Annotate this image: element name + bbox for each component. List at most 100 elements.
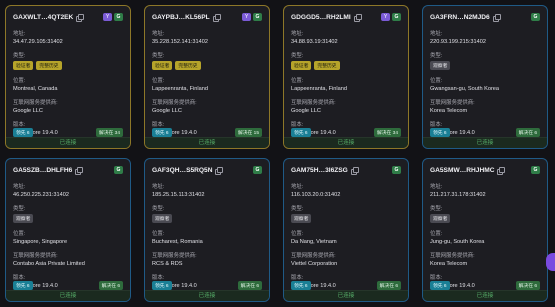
card-footer-row: 领先 6 解决在 6 — [430, 128, 540, 137]
location-label: 位置: — [13, 78, 26, 84]
badge-group: G — [531, 13, 540, 21]
card-footer-row: 领先 6 解决在 34 — [291, 128, 401, 137]
isp-value: Viettel Corporation — [291, 261, 338, 267]
card-footer-row: 领先 6 解决在 34 — [13, 128, 123, 137]
status-badge: G — [114, 13, 123, 21]
card-header: GA5SZB…DHLFH6 G — [13, 164, 123, 176]
resolve-pill: 解决在 6 — [515, 281, 540, 290]
node-card[interactable]: GAM75H…3I6ZSG G 地址: 116.103.20.0:31402 类… — [283, 158, 409, 302]
node-card[interactable]: GAF3QH…S5RQ5N G 地址: 185.25.15.113:31402 … — [144, 158, 270, 302]
node-card[interactable]: GAXWLT…4QT2EK Y G 地址: 34.47.29.105:31402… — [5, 5, 131, 149]
copy-icon[interactable] — [497, 167, 506, 175]
status-badge: G — [392, 166, 401, 174]
type-tag: 观察者 — [430, 61, 451, 70]
lead-pill: 领先 6 — [430, 281, 450, 290]
badge-group: Y G — [103, 13, 123, 21]
connection-status: 已连接 — [423, 137, 547, 148]
copy-icon[interactable] — [75, 167, 84, 175]
type-tags: 验证者 完整历史 — [152, 61, 262, 70]
node-card[interactable]: GA3FRN…N2MJD6 G 地址: 220.93.199.215:31402… — [422, 5, 548, 149]
connection-status: 已连接 — [6, 290, 130, 301]
copy-icon[interactable] — [492, 14, 501, 22]
node-name: GAXWLT…4QT2EK — [13, 13, 74, 21]
location-label: 位置: — [152, 231, 165, 237]
node-name: GAF3QH…S5RQ5N — [152, 166, 213, 174]
validator-badge: Y — [242, 13, 251, 21]
location-label: 位置: — [291, 78, 304, 84]
type-tag: 观察者 — [430, 214, 451, 223]
resolve-pill: 解决在 34 — [95, 128, 123, 137]
isp-label: 互联网服务提供商: — [152, 253, 197, 259]
location-value: Gwangsan-gu, South Korea — [430, 86, 500, 92]
node-name: GA5SMW…RHJHMC — [430, 166, 495, 174]
node-card[interactable]: GA5SMW…RHJHMC G 地址: 211.217.31.178:31402… — [422, 158, 548, 302]
validator-badge: Y — [103, 13, 112, 21]
location-label: 位置: — [152, 78, 165, 84]
isp-label: 互联网服务提供商: — [152, 100, 197, 106]
type-tag: 完整历史 — [36, 61, 62, 70]
version-label: 版本: — [291, 122, 304, 128]
node-card[interactable]: GAYPBJ…KL56PL Y G 地址: 35.228.152.141:314… — [144, 5, 270, 149]
card-footer-row: 领先 6 解决在 6 — [291, 281, 401, 290]
type-tag: 观察者 — [13, 214, 34, 223]
version-label: 版本: — [152, 122, 165, 128]
copy-icon[interactable] — [212, 14, 221, 22]
node-name: GAYPBJ…KL56PL — [152, 13, 210, 21]
copy-icon[interactable] — [353, 14, 362, 22]
copy-icon[interactable] — [350, 167, 359, 175]
isp-label: 互联网服务提供商: — [13, 100, 58, 106]
status-badge: G — [253, 13, 262, 21]
copy-icon[interactable] — [76, 14, 85, 22]
isp-value: Korea Telecom — [430, 108, 468, 114]
validator-badge: Y — [381, 13, 390, 21]
address-label: 地址: — [430, 184, 443, 190]
card-header: GA5SMW…RHJHMC G — [430, 164, 540, 176]
copy-icon[interactable] — [215, 167, 224, 175]
badge-group: G — [392, 166, 401, 174]
location-label: 位置: — [430, 231, 443, 237]
address-value: 185.25.15.113:31402 — [152, 192, 205, 198]
side-float-button[interactable] — [546, 253, 555, 271]
node-grid: GAXWLT…4QT2EK Y G 地址: 34.47.29.105:31402… — [0, 0, 555, 307]
resolve-pill: 解决在 6 — [98, 281, 123, 290]
isp-label: 互联网服务提供商: — [430, 100, 475, 106]
address-label: 地址: — [13, 184, 26, 190]
badge-group: Y G — [381, 13, 401, 21]
node-name: GA5SZB…DHLFH6 — [13, 166, 73, 174]
card-header: GAF3QH…S5RQ5N G — [152, 164, 262, 176]
type-tags: 观察者 — [13, 214, 123, 223]
location-label: 位置: — [291, 231, 304, 237]
type-tags: 观察者 — [291, 214, 401, 223]
isp-value: Google LLC — [152, 108, 182, 114]
status-badge: G — [253, 166, 262, 174]
type-tag: 验证者 — [291, 61, 312, 70]
lead-pill: 领先 6 — [430, 128, 450, 137]
address-value: 34.88.93.19:31402 — [291, 39, 338, 45]
type-label: 类型: — [13, 206, 26, 212]
address-value: 35.228.152.141:31402 — [152, 39, 208, 45]
address-label: 地址: — [13, 31, 26, 37]
address-value: 46.250.225.231:31402 — [13, 192, 69, 198]
isp-value: Contabo Asia Private Limited — [13, 261, 85, 267]
version-label: 版本: — [430, 275, 443, 281]
node-name: GA3FRN…N2MJD6 — [430, 13, 490, 21]
type-tag: 验证者 — [13, 61, 34, 70]
address-value: 220.93.199.215:31402 — [430, 39, 486, 45]
version-label: 版本: — [152, 275, 165, 281]
version-label: 版本: — [430, 122, 443, 128]
card-header: GDGGD5…RH2LMI Y G — [291, 11, 401, 23]
node-card[interactable]: GA5SZB…DHLFH6 G 地址: 46.250.225.231:31402… — [5, 158, 131, 302]
version-label: 版本: — [13, 122, 26, 128]
type-tags: 验证者 完整历史 — [13, 61, 123, 70]
location-value: Lappeenranta, Finland — [152, 86, 208, 92]
connection-status: 已连接 — [284, 290, 408, 301]
type-tags: 观察者 — [430, 61, 540, 70]
isp-label: 互联网服务提供商: — [13, 253, 58, 259]
isp-value: Korea Telecom — [430, 261, 468, 267]
card-footer-row: 领先 6 解决在 6 — [152, 281, 262, 290]
node-card[interactable]: GDGGD5…RH2LMI Y G 地址: 34.88.93.19:31402 … — [283, 5, 409, 149]
version-label: 版本: — [13, 275, 26, 281]
resolve-pill: 解决在 6 — [515, 128, 540, 137]
type-tags: 观察者 — [430, 214, 540, 223]
lead-pill: 领先 6 — [152, 281, 172, 290]
